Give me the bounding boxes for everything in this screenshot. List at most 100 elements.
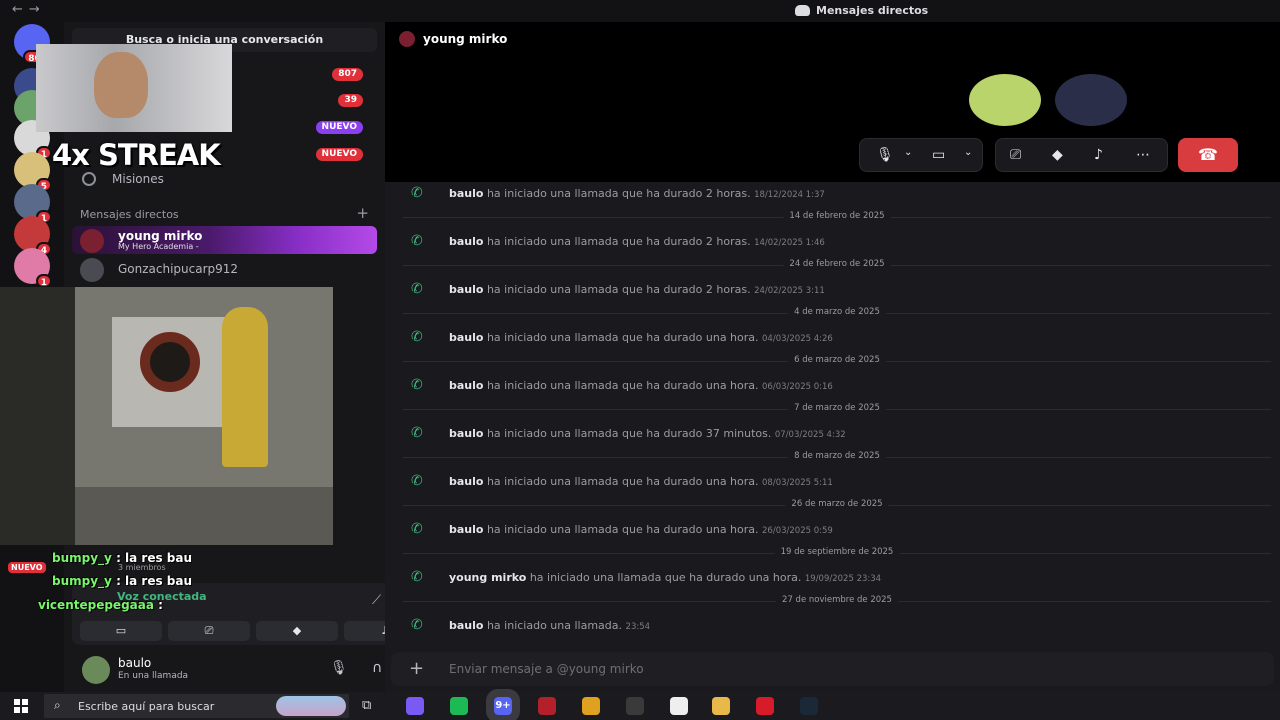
call-log-message: baulo ha iniciado una llamada. 23:54 — [449, 619, 650, 632]
screen-share-button[interactable]: ⎚ — [168, 621, 250, 641]
user-name: baulo — [118, 656, 152, 670]
call-participant-avatar[interactable] — [969, 74, 1041, 126]
date-divider-label: 7 de marzo de 2025 — [788, 403, 886, 413]
taskbar-search-placeholder: Escribe aquí para buscar — [78, 700, 215, 713]
activities-icon[interactable]: ◆ — [1052, 147, 1063, 163]
call-media-controls: 🎙︎ ⌄ ▭ ⌄ — [859, 138, 983, 172]
date-divider: 14 de febrero de 2025 — [403, 211, 1271, 221]
activities-button[interactable]: ◆ — [256, 621, 338, 641]
new-badge: NUEVO — [315, 148, 363, 161]
message-timestamp: 18/12/2024 1:37 — [754, 190, 825, 200]
attach-plus-icon[interactable]: + — [409, 658, 424, 679]
taskbar-app-steam-icon[interactable] — [800, 697, 818, 715]
window-title-text: Mensajes directos — [816, 4, 929, 17]
chevron-down-icon[interactable]: ⌄ — [964, 147, 972, 158]
message-author[interactable]: baulo — [449, 283, 483, 296]
message-text: ha iniciado una llamada que ha durado un… — [483, 523, 763, 536]
taskbar-app-voice-meter-icon[interactable] — [538, 697, 556, 715]
message-author[interactable]: baulo — [449, 475, 483, 488]
unread-badge: 807 — [332, 68, 363, 81]
taskbar-app-discord-icon[interactable]: 9+ — [486, 689, 520, 720]
avatar — [80, 258, 104, 282]
new-badge: NUEVO — [8, 562, 46, 573]
date-divider: 27 de noviembre de 2025 — [403, 595, 1271, 605]
call-participant-avatar[interactable] — [1055, 74, 1127, 126]
avatar[interactable] — [82, 656, 110, 684]
call-phone-icon: ✆ — [411, 281, 423, 297]
dm-activity: My Hero Academia - — [118, 242, 199, 251]
server-icon-server-7[interactable]: 1 — [14, 248, 52, 288]
screen-share-icon[interactable]: ⎚ — [1010, 147, 1021, 163]
message-author[interactable]: young mirko — [449, 571, 526, 584]
taskbar-app-spotify-icon[interactable] — [450, 697, 468, 715]
call-log-message: baulo ha iniciado una llamada que ha dur… — [449, 331, 833, 344]
task-view-icon[interactable]: ⧉ — [362, 698, 371, 713]
message-timestamp: 19/09/2025 23:34 — [804, 574, 882, 584]
call-log-message: baulo ha iniciado una llamada que ha dur… — [449, 475, 833, 488]
message-timestamp: 14/02/2025 1:46 — [754, 238, 825, 248]
date-divider-label: 19 de septiembre de 2025 — [774, 547, 900, 557]
message-text: ha iniciado una llamada. — [483, 619, 626, 632]
message-timestamp: 04/03/2025 4:26 — [762, 334, 833, 344]
noise-suppression-icon[interactable]: ⟋ — [372, 593, 381, 608]
history-nav: ←→ — [12, 2, 46, 17]
microphone-icon[interactable]: 🎙︎ — [330, 660, 348, 676]
headphones-icon[interactable]: ∩ — [372, 660, 382, 676]
call-phone-icon: ✆ — [411, 233, 423, 249]
composer-placeholder[interactable]: Enviar mensaje a @young mirko — [449, 662, 644, 676]
dm-item-young-mirko[interactable]: young mirko My Hero Academia - — [72, 226, 377, 254]
taskbar-app-obs-icon[interactable] — [626, 697, 644, 715]
call-log-message: baulo ha iniciado una llamada que ha dur… — [449, 427, 846, 440]
message-text: ha iniciado una llamada que ha durado un… — [483, 331, 763, 344]
message-text: ha iniciado una llamada que ha durado un… — [483, 475, 763, 488]
discord-icon — [795, 5, 810, 16]
unread-badge: 39 — [338, 94, 363, 107]
server-icon-server-5[interactable]: 1 — [14, 184, 52, 224]
taskbar-app-folder-icon[interactable] — [712, 697, 730, 715]
create-dm-plus-icon[interactable]: + — [356, 204, 369, 222]
taskbar-app-chrome-icon[interactable] — [582, 697, 600, 715]
forward-arrow-icon[interactable]: → — [29, 2, 46, 17]
dm-item-gonzachipucarp912[interactable]: Gonzachipucarp912 — [72, 255, 377, 283]
soundboard-icon[interactable]: ♪ — [1094, 147, 1103, 163]
camera-off-icon[interactable]: ▭ — [932, 147, 945, 163]
chevron-down-icon[interactable]: ⌄ — [904, 147, 912, 158]
message-author[interactable]: baulo — [449, 235, 483, 248]
camera-toggle-button[interactable]: ▭ — [80, 621, 162, 641]
taskbar-app-copilot-icon[interactable] — [406, 697, 424, 715]
taskbar-search[interactable]: ⌕ Escribe aquí para buscar — [44, 694, 349, 718]
message-author[interactable]: baulo — [449, 427, 483, 440]
chat-user: vicentepepegaaa — [38, 598, 154, 612]
message-composer[interactable]: + Enviar mensaje a @young mirko — [391, 652, 1274, 686]
message-timestamp: 26/03/2025 0:59 — [762, 526, 833, 536]
streak-overlay-image — [36, 44, 232, 132]
hang-up-button[interactable]: ☎ — [1178, 138, 1238, 172]
taskbar-app-opera-icon[interactable] — [756, 697, 774, 715]
server-icon-server-4[interactable]: 5 — [14, 152, 52, 192]
dm-main: young mirko 🎙︎ ⌄ ▭ ⌄ ⎚ ◆ ♪ ⋯ ☎ ✆ baulo ha… — [385, 22, 1280, 692]
message-author[interactable]: baulo — [449, 379, 483, 392]
member-count: 3 miembros — [118, 563, 166, 572]
cam-ring — [140, 332, 200, 392]
more-options-icon[interactable]: ⋯ — [1136, 147, 1150, 163]
date-divider: 26 de marzo de 2025 — [403, 499, 1271, 509]
call-phone-icon: ✆ — [411, 473, 423, 489]
message-author[interactable]: baulo — [449, 187, 483, 200]
taskbar-app-epic-icon[interactable] — [670, 697, 688, 715]
date-divider-label: 14 de febrero de 2025 — [783, 211, 891, 221]
date-divider: 8 de marzo de 2025 — [403, 451, 1271, 461]
call-phone-icon: ✆ — [411, 521, 423, 537]
nav-label: Misiones — [112, 172, 164, 186]
message-author[interactable]: baulo — [449, 619, 483, 632]
message-author[interactable]: baulo — [449, 331, 483, 344]
message-text: ha iniciado una llamada que ha durado un… — [526, 571, 805, 584]
back-arrow-icon[interactable]: ← — [12, 2, 29, 17]
webcam-overlay — [0, 287, 333, 545]
server-icon-server-6[interactable]: 4 — [14, 216, 52, 256]
date-divider: 7 de marzo de 2025 — [403, 403, 1271, 413]
message-author[interactable]: baulo — [449, 523, 483, 536]
message-text: ha iniciado una llamada que ha durado 2 … — [483, 283, 755, 296]
windows-start-icon[interactable] — [14, 699, 28, 713]
cam-figure — [222, 307, 268, 467]
microphone-icon[interactable]: 🎙︎ — [876, 147, 894, 163]
